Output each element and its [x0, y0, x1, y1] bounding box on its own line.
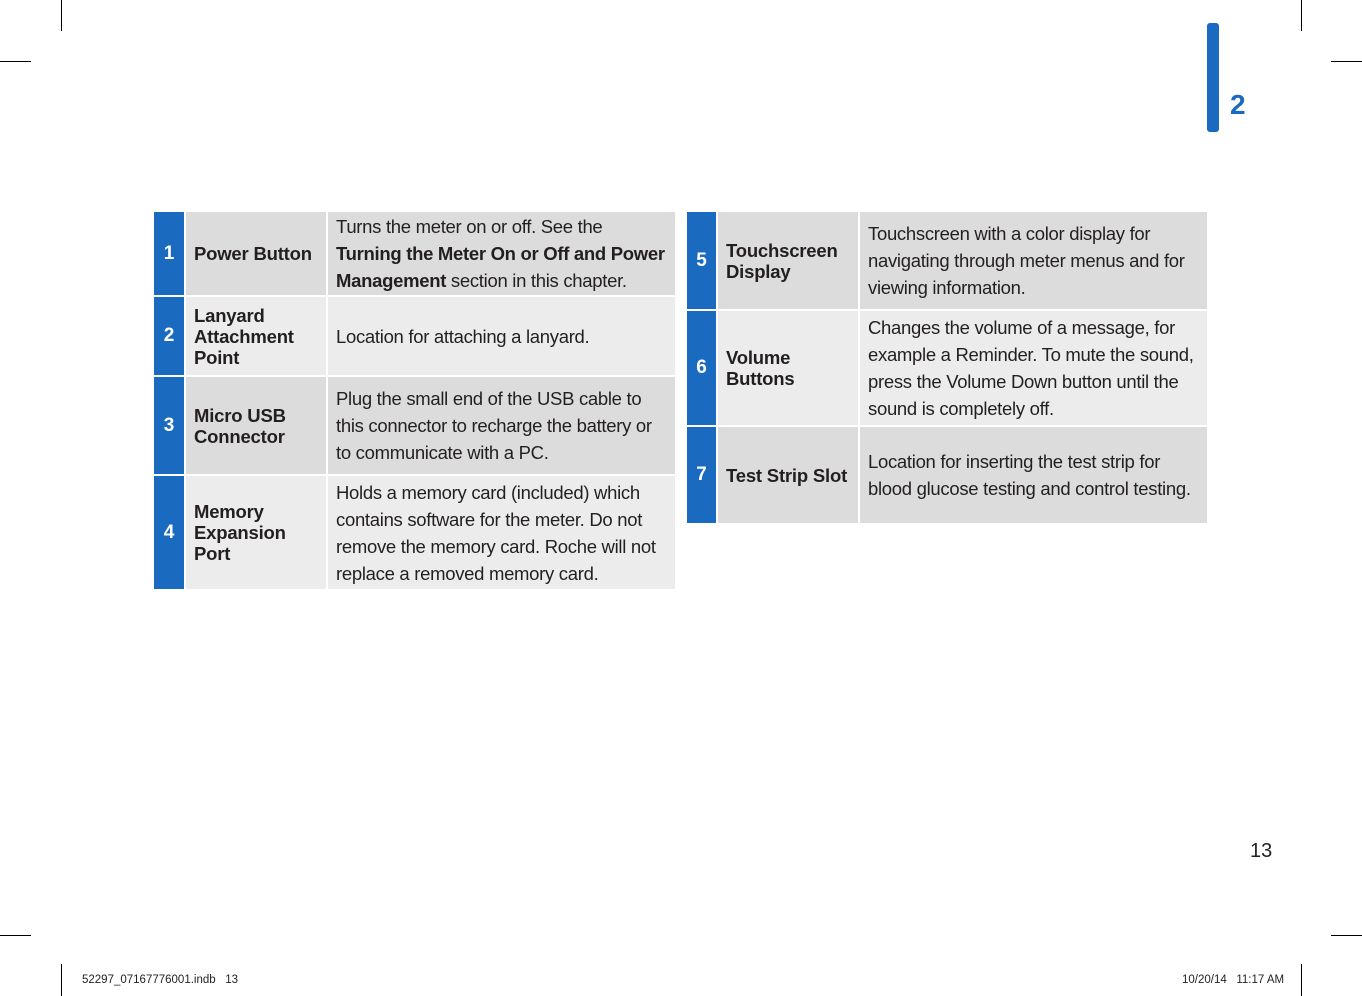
- part-name: Memory Expansion Port: [185, 475, 328, 589]
- part-description: Touchscreen with a color display for nav…: [859, 212, 1207, 311]
- table-row: 6 Volume Buttons Changes the volume of a…: [687, 310, 1207, 427]
- crop-mark-top-left-horizontal: [0, 61, 31, 62]
- table-row: 5 Touchscreen Display Touchscreen with a…: [687, 212, 1207, 311]
- part-description: Holds a memory card (included) which con…: [327, 475, 675, 589]
- part-name: Touchscreen Display: [717, 212, 860, 311]
- description-text: section in this chapter.: [446, 270, 627, 291]
- part-name: Test Strip Slot: [717, 426, 860, 523]
- table-row: 7 Test Strip Slot Location for inserting…: [687, 426, 1207, 523]
- parts-table-left: 1 Power Button Turns the meter on or off…: [154, 212, 675, 589]
- crop-mark-bottom-right-horizontal: [1331, 935, 1362, 936]
- part-description: Changes the volume of a message, for exa…: [859, 310, 1207, 427]
- part-number: 6: [687, 310, 718, 427]
- crop-mark-top-right-horizontal: [1331, 61, 1362, 62]
- chapter-number: 2: [1230, 89, 1246, 120]
- print-slug-date: 10/20/14 11:17 AM: [1182, 974, 1285, 986]
- parts-table-right: 5 Touchscreen Display Touchscreen with a…: [687, 212, 1207, 523]
- print-slug-file: 52297_07167776001.indb 13: [82, 974, 239, 986]
- part-number: 5: [687, 212, 718, 311]
- crop-mark-bottom-right-vertical: [1301, 964, 1302, 996]
- table-row: 1 Power Button Turns the meter on or off…: [154, 212, 675, 297]
- part-name: Volume Buttons: [717, 310, 860, 427]
- description-text: Turns the meter on or off. See the: [336, 216, 603, 237]
- crop-mark-bottom-left-vertical: [61, 964, 62, 996]
- crop-mark-top-left-vertical: [61, 0, 62, 31]
- crop-mark-top-right-vertical: [1301, 0, 1302, 31]
- chapter-tab-bar: [1207, 23, 1219, 132]
- part-name: Lanyard Attachment Point: [185, 296, 328, 377]
- part-name: Power Button: [185, 212, 328, 297]
- part-description: Turns the meter on or off. See the Turni…: [327, 212, 675, 297]
- part-description: Plug the small end of the USB cable to t…: [327, 376, 675, 476]
- part-number: 1: [154, 212, 186, 297]
- part-number: 7: [687, 426, 718, 523]
- page-number: 13: [1250, 840, 1273, 862]
- part-number: 2: [154, 296, 186, 377]
- table-row: 3 Micro USB Connector Plug the small end…: [154, 376, 675, 476]
- part-description: Location for inserting the test strip fo…: [859, 426, 1207, 523]
- part-description: Location for attaching a lanyard.: [327, 296, 675, 377]
- part-number: 3: [154, 376, 186, 476]
- table-row: 2 Lanyard Attachment Point Location for …: [154, 296, 675, 377]
- part-name: Micro USB Connector: [185, 376, 328, 476]
- part-number: 4: [154, 475, 186, 589]
- crop-mark-bottom-left-horizontal: [0, 935, 31, 936]
- table-row: 4 Memory Expansion Port Holds a memory c…: [154, 475, 675, 589]
